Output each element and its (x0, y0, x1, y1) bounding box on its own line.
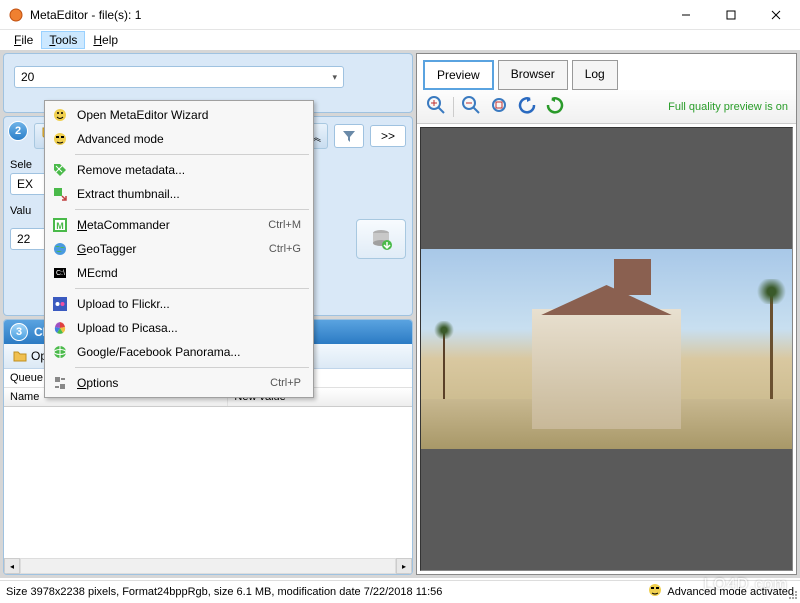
extract-icon (51, 185, 69, 203)
close-button[interactable] (753, 0, 798, 29)
menu-open-wizard[interactable]: Open MetaEditor Wizard (47, 103, 311, 127)
changes-grid: Name New value ◂ ▸ (4, 388, 412, 574)
preview-status: Full quality preview is on (668, 101, 788, 113)
chevron-down-icon: ▾ (332, 72, 337, 83)
workspace: 20 ▾ 2 ︽ >> Sele (0, 50, 800, 578)
menu-upload-flickr[interactable]: Upload to Flickr... (47, 292, 311, 316)
menu-upload-picasa[interactable]: Upload to Picasa... (47, 316, 311, 340)
remove-icon (51, 161, 69, 179)
menu-panorama[interactable]: Google/Facebook Panorama... (47, 340, 311, 364)
panorama-icon (51, 343, 69, 361)
date-value: 20 (21, 70, 34, 84)
menu-file[interactable]: File (6, 31, 41, 49)
preview-toolbar: Full quality preview is on (417, 90, 796, 124)
right-pane: Preview Browser Log Full quality preview… (416, 53, 797, 575)
minimize-button[interactable] (663, 0, 708, 29)
step3-badge: 3 (10, 323, 28, 341)
titlebar: MetaEditor - file(s): 1 (0, 0, 800, 30)
maximize-button[interactable] (708, 0, 753, 29)
tab-preview[interactable]: Preview (423, 60, 494, 90)
menu-options[interactable]: Options Ctrl+P (47, 371, 311, 395)
status-left: Size 3978x2238 pixels, Format24bppRgb, s… (6, 586, 442, 598)
tab-browser[interactable]: Browser (498, 60, 568, 90)
step2-badge: 2 (8, 121, 28, 141)
status-right-group: Advanced mode activated (647, 582, 794, 601)
resize-grip[interactable] (786, 588, 798, 600)
menu-extract-thumbnail[interactable]: Extract thumbnail... (47, 182, 311, 206)
flickr-icon (51, 295, 69, 313)
advanced-icon (51, 130, 69, 148)
globe-icon (51, 240, 69, 258)
rotate-left-icon[interactable] (516, 94, 538, 119)
window-title: MetaEditor - file(s): 1 (30, 8, 663, 22)
options-icon (51, 374, 69, 392)
filter-button[interactable] (334, 124, 364, 148)
menu-tools[interactable]: Tools (41, 31, 85, 49)
svg-text:M: M (56, 221, 64, 231)
zoom-in-icon[interactable] (425, 94, 447, 119)
menu-help[interactable]: Help (85, 31, 126, 49)
scroll-right-icon[interactable]: ▸ (396, 558, 412, 574)
menubar: File Tools Help (0, 30, 800, 50)
tools-expand-button[interactable]: >> (370, 125, 406, 147)
smiley-icon (647, 582, 663, 601)
rotate-right-icon[interactable] (544, 94, 566, 119)
tab-log[interactable]: Log (572, 60, 618, 90)
picasa-icon (51, 319, 69, 337)
preview-image (421, 249, 792, 449)
menu-advanced-mode[interactable]: Advanced mode (47, 127, 311, 151)
menu-geotagger[interactable]: GeoTagger Ctrl+G (47, 237, 311, 261)
zoom-out-icon[interactable] (460, 94, 482, 119)
svg-text:C:\: C:\ (56, 270, 65, 277)
app-icon (8, 7, 24, 23)
menu-metacommander[interactable]: M MetaCommander Ctrl+M (47, 213, 311, 237)
terminal-icon: C:\ (51, 264, 69, 282)
metacommander-icon: M (51, 216, 69, 234)
wizard-icon (51, 106, 69, 124)
database-save-button[interactable] (356, 219, 406, 259)
preview-area[interactable] (420, 127, 793, 571)
date-dropdown[interactable]: 20 ▾ (14, 66, 344, 88)
menu-remove-metadata[interactable]: Remove metadata... (47, 158, 311, 182)
scroll-left-icon[interactable]: ◂ (4, 558, 20, 574)
status-right: Advanced mode activated (667, 586, 794, 598)
tools-dropdown: Open MetaEditor Wizard Advanced mode Rem… (44, 100, 314, 398)
preview-tabs: Preview Browser Log (417, 54, 796, 90)
statusbar: Size 3978x2238 pixels, Format24bppRgb, s… (0, 580, 800, 602)
horizontal-scrollbar[interactable]: ◂ ▸ (4, 558, 412, 574)
zoom-fit-icon[interactable] (488, 94, 510, 119)
menu-mecmd[interactable]: C:\ MEcmd (47, 261, 311, 285)
